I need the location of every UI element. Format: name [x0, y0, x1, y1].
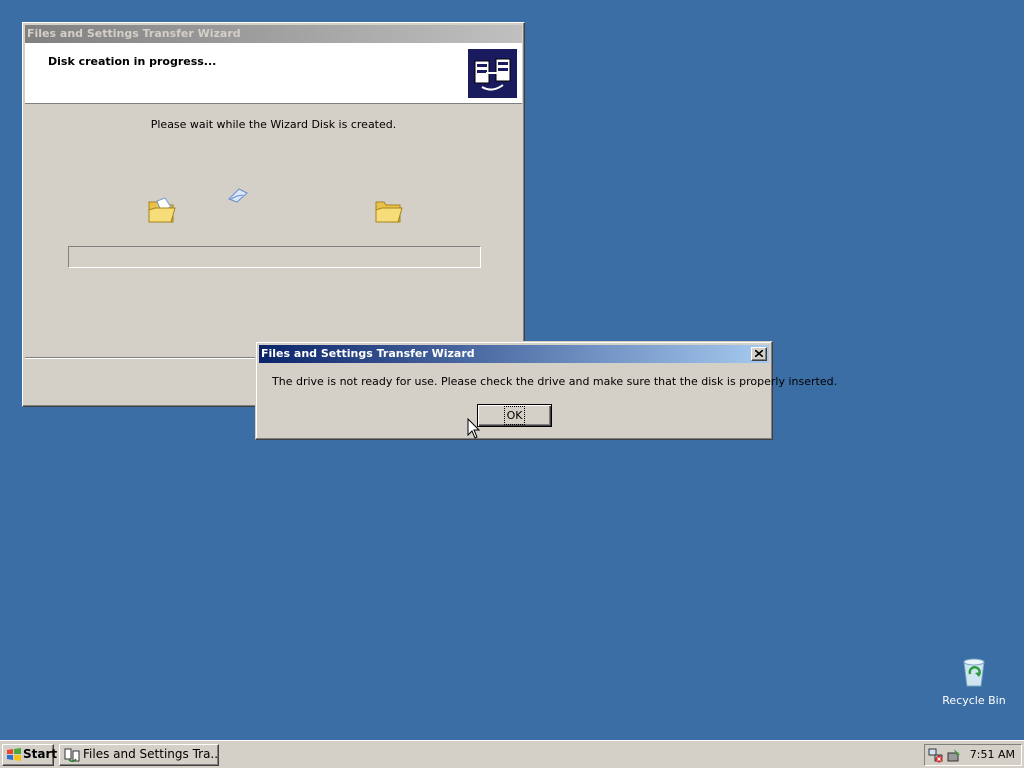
start-label: Start — [23, 747, 58, 761]
network-icon[interactable] — [928, 747, 944, 763]
desktop-icon-recycle-bin[interactable]: Recycle Bin — [934, 656, 1014, 707]
clock[interactable]: 7:51 AM — [970, 748, 1015, 761]
dialog-message: The drive is not ready for use. Please c… — [272, 375, 838, 388]
recycle-bin-icon — [963, 658, 985, 687]
wizard-header: Disk creation in progress... — [25, 43, 522, 104]
ok-button-label: OK — [503, 405, 526, 425]
error-dialog: Files and Settings Transfer Wizard The d… — [255, 341, 837, 440]
mouse-pointer-icon — [467, 418, 481, 439]
taskbar: Start Files and Settings Tra... 7:51 AM — [0, 740, 1024, 768]
wizard-app-icon — [64, 748, 80, 763]
flying-document-icon — [227, 187, 249, 203]
wizard-title: Files and Settings Transfer Wizard — [27, 27, 241, 40]
dialog-title: Files and Settings Transfer Wizard — [261, 347, 475, 360]
system-tray: 7:51 AM — [924, 744, 1022, 766]
windows-logo-icon — [7, 748, 21, 761]
dialog-titlebar[interactable]: Files and Settings Transfer Wizard — [259, 345, 769, 363]
destination-folder-icon — [374, 199, 404, 225]
ok-button[interactable]: OK — [477, 404, 552, 427]
recycle-bin-label: Recycle Bin — [942, 694, 1006, 707]
wizard-header-title: Disk creation in progress... — [48, 55, 217, 68]
taskbar-item-transfer-wizard[interactable]: Files and Settings Tra... — [59, 744, 219, 766]
wizard-titlebar[interactable]: Files and Settings Transfer Wizard — [25, 25, 522, 43]
transfer-wizard-icon — [468, 49, 517, 98]
taskbar-item-label: Files and Settings Tra... — [83, 747, 219, 761]
wizard-wait-message: Please wait while the Wizard Disk is cre… — [150, 118, 397, 131]
safely-remove-icon[interactable] — [946, 747, 962, 763]
close-button[interactable] — [751, 347, 767, 361]
source-folder-icon — [147, 197, 177, 223]
close-icon — [755, 350, 763, 357]
start-button[interactable]: Start — [2, 744, 58, 766]
progress-bar — [68, 246, 481, 268]
